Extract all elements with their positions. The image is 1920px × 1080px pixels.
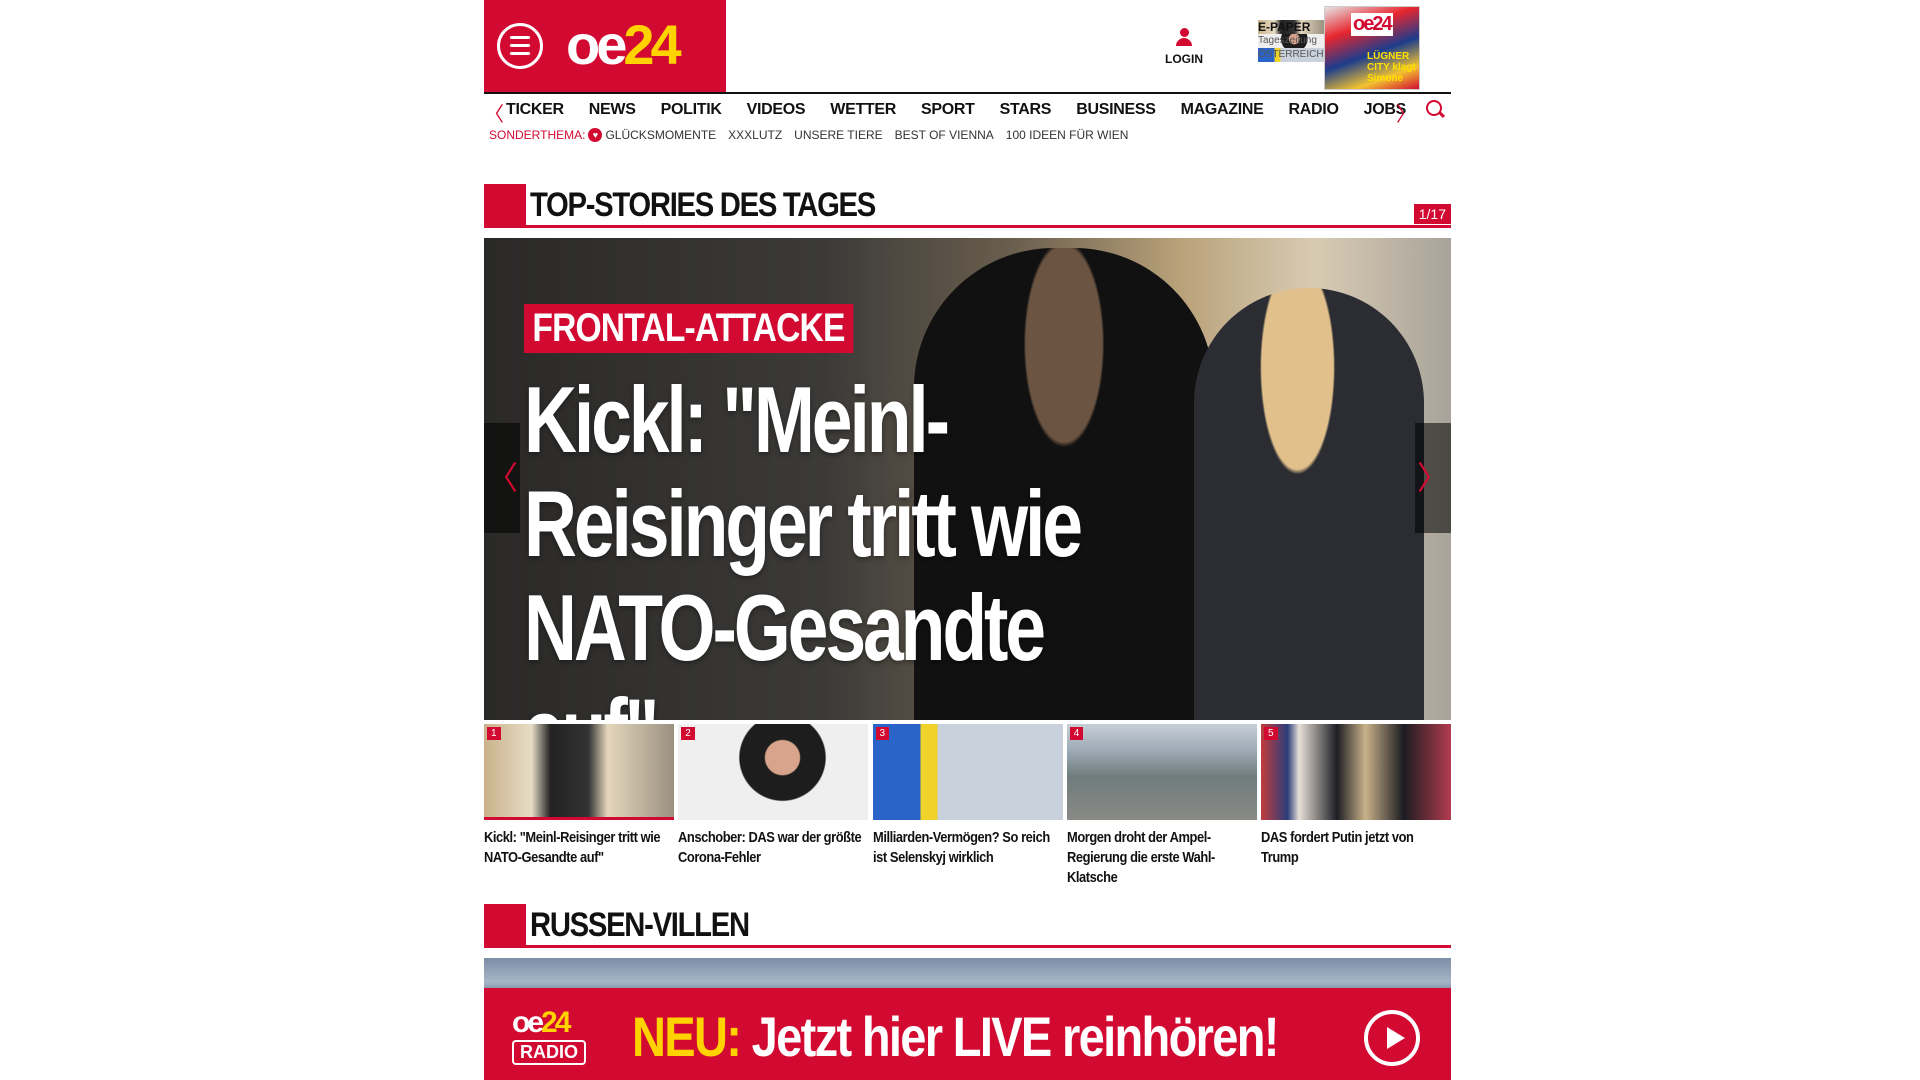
slide-counter: 1/17 [1413,204,1451,224]
logo-area: oe24 [484,0,726,92]
nav-item-ticker[interactable]: TICKER [506,101,564,119]
page-wrapper: oe24 LOGIN E-PAPER Tageszeitung ÖSTERREI… [484,0,1451,1080]
thumbnail-number: 5 [1264,727,1278,740]
main-nav: 〈 TICKER NEWS POLITIK VIDEOS WETTER SPOR… [484,92,1451,126]
thumbnail-item[interactable]: 4 Morgen droht der Ampel-Regierung die e… [1066,724,1257,888]
nav-item-politik[interactable]: POLITIK [661,101,722,119]
thumbnail-image: 2 [678,724,869,820]
slider-next-icon[interactable]: 〉 [1415,423,1451,533]
thumbnail-item[interactable]: 1 Kickl: "Meinl-Reisinger tritt wie NATO… [484,724,674,888]
site-header: oe24 LOGIN E-PAPER Tageszeitung ÖSTERREI… [484,0,1451,92]
nav-left-arrow-icon[interactable]: 〈 [484,98,504,127]
hero-image-person [1194,288,1424,720]
epaper-cover-logo: oe24 [1351,13,1393,36]
thumbnail-item[interactable]: 2 Anschober: DAS war der größte Corona-F… [678,724,869,888]
radio-banner[interactable]: oe24 RADIO NEU: Jetzt hier LIVE reinhöre… [484,988,1451,1080]
hamburger-menu-icon[interactable] [497,23,543,69]
thumbnail-image: 3 [872,724,1063,820]
thumbnail-number: 3 [875,727,890,740]
thumbnail-number: 4 [1069,727,1084,740]
oe24-radio-logo: oe24 RADIO [512,1008,602,1065]
radio-banner-text: NEU: Jetzt hier LIVE reinhören! [632,1004,1280,1069]
epaper-title: E-PAPER [1258,20,1324,34]
nav-item-news[interactable]: NEWS [589,101,636,119]
login-button[interactable]: LOGIN [1164,28,1204,66]
heading-block [484,184,526,228]
thumbnail-image: 1 [484,724,674,820]
thumbnail-image: 4 [1066,724,1257,820]
subnav-item-best-of-vienna[interactable]: BEST OF VIENNA [895,128,994,142]
thumbnail-item[interactable]: 5 DAS fordert Putin jetzt von Trump [1261,724,1451,888]
epaper-subtitle: Tageszeitung [1258,34,1324,48]
heading-block [484,904,526,948]
thumbnail-image: 5 [1261,724,1451,820]
slider-prev-icon[interactable]: 〈 [484,423,520,533]
story-thumbnails: 1 Kickl: "Meinl-Reisinger tritt wie NATO… [484,724,1451,888]
hero-story[interactable]: FRONTAL-ATTACKE Kickl: "Meinl-Reisinger … [484,238,1451,720]
nav-list: TICKER NEWS POLITIK VIDEOS WETTER SPORT … [506,101,1431,119]
thumbnail-caption: DAS fordert Putin jetzt von Trump [1261,829,1414,866]
thumbnail-item[interactable]: 3 Milliarden-Vermögen? So reich ist Sele… [872,724,1063,888]
nav-item-stars[interactable]: STARS [1000,101,1052,119]
radio-logo-sub: RADIO [512,1040,586,1065]
nav-right-arrow-icon[interactable]: 〉 [1396,98,1416,127]
subnav-item-gluecksmomente[interactable]: GLÜCKSMOMENTE [605,128,716,142]
search-icon[interactable] [1426,100,1444,118]
thumbnail-caption: Morgen droht der Ampel-Regierung die ers… [1066,829,1215,886]
play-icon[interactable] [1364,1010,1420,1066]
hero-headline[interactable]: Kickl: "Meinl-Reisinger tritt wie NATO-G… [524,368,1132,721]
section-title: RUSSEN-VILLEN [530,906,750,944]
epaper-cover-headline: LÜGNER CITY klagt Simone [1367,51,1416,84]
oe24-logo[interactable]: oe24 [566,12,682,77]
section-title: TOP-STORIES DES TAGES [530,186,876,224]
nav-item-magazine[interactable]: MAGAZINE [1181,101,1264,119]
radio-banner-cta: Jetzt hier LIVE reinhören! [740,1005,1280,1068]
thumbnail-caption: Anschober: DAS war der größte Corona-Feh… [678,829,862,866]
nav-item-wetter[interactable]: WETTER [830,101,896,119]
sub-nav: SONDERTHEMA: ♥ GLÜCKSMOMENTE XXXLUTZ UNS… [489,128,1140,142]
subnav-item-xxxlutz[interactable]: XXXLUTZ [728,128,782,142]
epaper-link[interactable]: E-PAPER Tageszeitung ÖSTERREICH [1258,20,1324,62]
thumbnail-caption: Kickl: "Meinl-Reisinger tritt wie NATO-G… [484,829,661,866]
thumbnail-number: 2 [681,727,695,740]
heart-icon: ♥ [588,128,603,142]
nav-item-business[interactable]: BUSINESS [1076,101,1156,119]
russen-villen-heading: RUSSEN-VILLEN [484,904,1451,948]
radio-banner-new: NEU: [632,1005,742,1068]
subnav-label: SONDERTHEMA: [489,128,586,142]
nav-item-radio[interactable]: RADIO [1289,101,1339,119]
user-icon [1175,28,1193,48]
hero-kicker: FRONTAL-ATTACKE [524,304,853,353]
nav-item-videos[interactable]: VIDEOS [747,101,806,119]
top-stories-heading: TOP-STORIES DES TAGES 1/17 [484,184,1451,228]
subnav-item-100-ideen[interactable]: 100 IDEEN FÜR WIEN [1006,128,1129,142]
thumbnail-number: 1 [487,727,501,740]
heading-rule [526,225,1451,228]
nav-item-sport[interactable]: SPORT [921,101,975,119]
epaper-brand: ÖSTERREICH [1258,48,1324,62]
login-label: LOGIN [1165,52,1203,66]
thumbnail-caption: Milliarden-Vermögen? So reich ist Selens… [872,829,1050,866]
subnav-item-unsere-tiere[interactable]: UNSERE TIERE [794,128,882,142]
heading-rule [526,945,1451,948]
epaper-cover-image[interactable]: oe24 LÜGNER CITY klagt Simone [1324,6,1420,90]
